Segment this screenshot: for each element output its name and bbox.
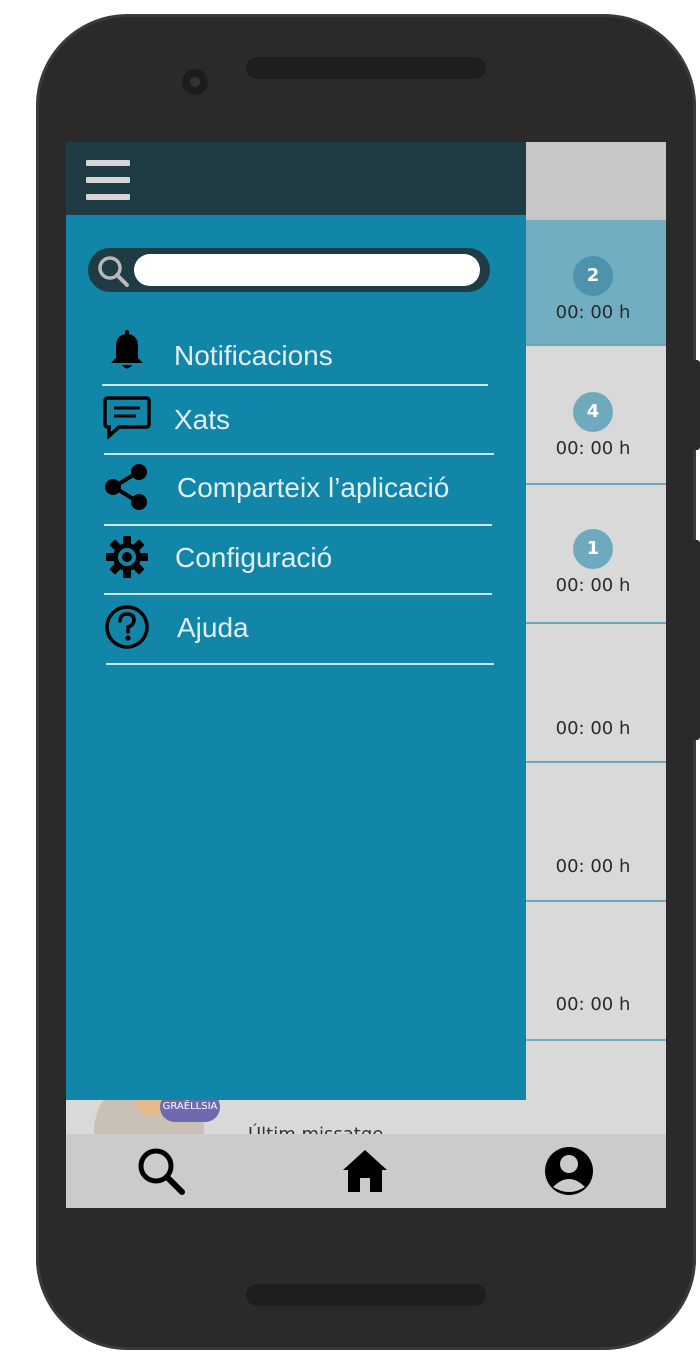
chat-time: 00: 00 h — [555, 575, 631, 596]
search-input[interactable] — [134, 254, 480, 286]
menu-item-help[interactable]: Ajuda — [102, 596, 490, 664]
menu-label-help: Ajuda — [177, 612, 249, 643]
drawer-header — [66, 142, 526, 215]
nav-home-button[interactable] — [338, 1144, 392, 1198]
menu-item-share-app[interactable]: Comparteix l’aplicació — [102, 456, 490, 524]
menu-label-settings: Configuració — [175, 542, 333, 573]
menu-item-settings[interactable]: Configuració — [102, 526, 490, 594]
nav-search-button[interactable] — [134, 1144, 188, 1198]
menu-item-notifications[interactable]: Notificacions — [102, 318, 490, 386]
chat-time: 00: 00 h — [555, 856, 631, 877]
home-icon — [343, 1150, 387, 1192]
menu-divider — [104, 593, 492, 595]
menu-item-chats[interactable]: Xats — [102, 388, 490, 456]
search-icon — [98, 256, 129, 287]
volume-button — [692, 360, 700, 450]
search-icon — [138, 1148, 185, 1195]
menu-divider — [102, 384, 488, 386]
gear-icon — [102, 532, 152, 582]
navigation-drawer: Notificacions Xats Comparteix l’aplicaci… — [66, 142, 526, 1100]
bottom-navigation — [66, 1134, 666, 1208]
chat-icon — [102, 392, 152, 442]
menu-label-chats: Xats — [174, 404, 231, 435]
unread-badge: 4 — [573, 392, 613, 432]
search-bar — [88, 248, 490, 292]
menu-divider — [106, 663, 494, 665]
unread-badge: 2 — [573, 256, 613, 296]
app-screen: 2 00: 00 h 4 00: 00 h 1 00: 00 h 00: 00 … — [66, 142, 666, 1208]
share-icon — [102, 462, 152, 512]
profile-icon — [545, 1147, 593, 1195]
top-speaker — [246, 57, 486, 79]
nav-profile-button[interactable] — [542, 1144, 596, 1198]
chat-time: 00: 00 h — [555, 718, 631, 739]
power-button — [692, 540, 700, 740]
front-camera — [182, 69, 208, 95]
menu-icon[interactable] — [86, 158, 132, 200]
unread-badge: 1 — [573, 529, 613, 569]
bell-icon — [102, 326, 152, 376]
menu-divider — [104, 453, 494, 455]
bottom-speaker — [246, 1284, 486, 1306]
menu-label-notifications: Notificacions — [174, 340, 333, 371]
chat-time: 00: 00 h — [555, 302, 631, 323]
chat-time: 00: 00 h — [555, 438, 631, 459]
help-icon — [102, 602, 152, 652]
menu-label-share-app: Comparteix l’aplicació — [177, 472, 450, 503]
chat-time: 00: 00 h — [555, 994, 631, 1015]
